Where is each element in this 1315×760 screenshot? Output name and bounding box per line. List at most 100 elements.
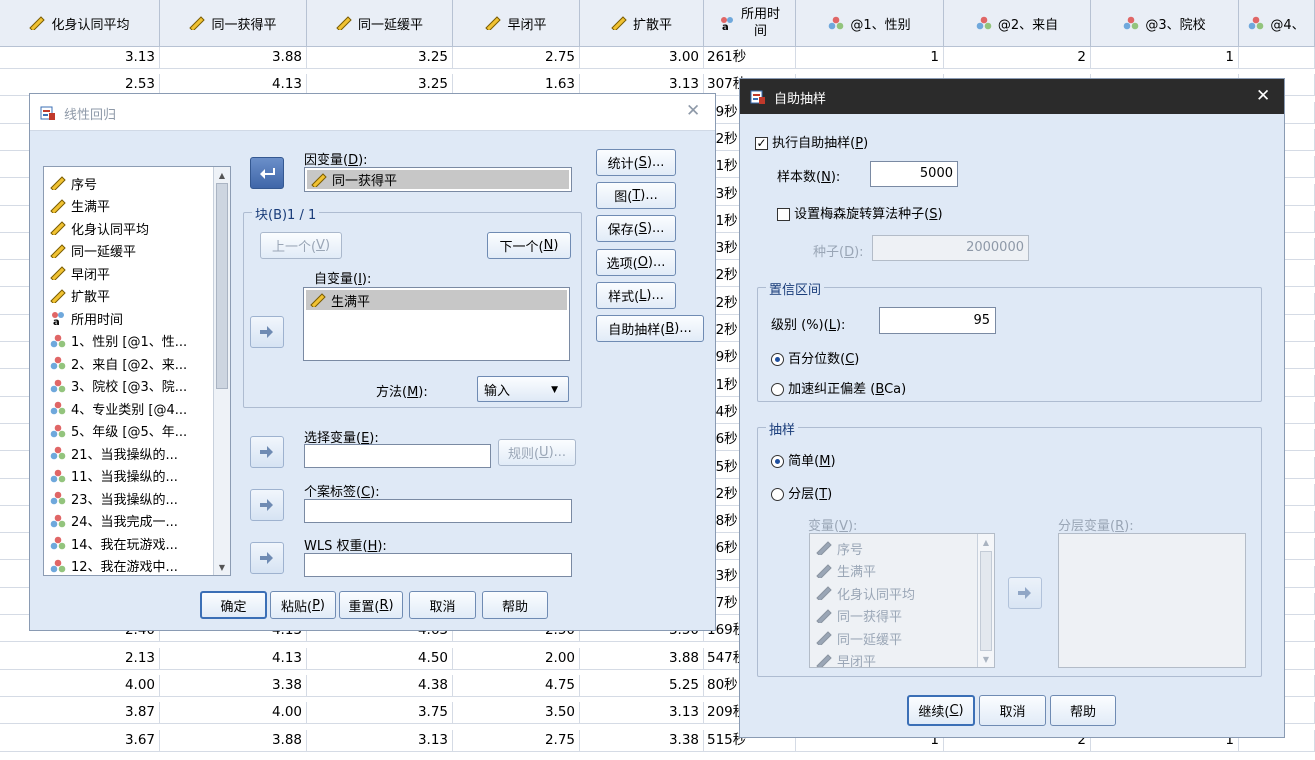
variable-list-item[interactable]: 化身认同平均 xyxy=(44,217,212,240)
move-selection-button[interactable] xyxy=(250,436,284,468)
table-cell[interactable]: 3.13 xyxy=(0,47,160,69)
variable-list-item[interactable]: 早闭平 xyxy=(44,262,212,285)
table-cell[interactable]: 3.38 xyxy=(160,674,307,697)
bootstrap-variable-item[interactable]: 化身认同平均 xyxy=(810,582,975,605)
statistics-button[interactable]: 统计(S)... xyxy=(596,149,676,176)
bootstrap-button[interactable]: 自助抽样(B)... xyxy=(596,315,704,342)
table-cell[interactable]: 2 xyxy=(944,47,1091,69)
move-strata-button[interactable] xyxy=(1008,577,1042,609)
independent-list[interactable]: 生满平 xyxy=(303,287,570,361)
variable-list-item[interactable]: 5、年级 [@5、年... xyxy=(44,420,212,443)
table-cell[interactable]: 2.00 xyxy=(453,647,580,670)
table-cell[interactable]: 4.00 xyxy=(0,674,160,697)
move-dependent-button[interactable] xyxy=(250,157,284,189)
table-cell[interactable]: 3.88 xyxy=(160,729,307,752)
stratified-radio[interactable]: 分层(T) xyxy=(771,483,832,502)
help-button[interactable]: 帮助 xyxy=(482,591,548,619)
previous-block-button[interactable]: 上一个(V) xyxy=(260,232,342,259)
column-header[interactable]: a 所用时间 xyxy=(704,0,796,46)
method-select[interactable]: 输入 ▼ xyxy=(477,376,569,402)
regression-variable-list[interactable]: 序号 生满平 化身认同平均 同一延缓平 早闭平 扩散平 a 所用时间 1、性别 [@1、性...… xyxy=(43,166,231,576)
continue-button[interactable]: 继续(C) xyxy=(907,695,975,726)
column-header[interactable]: 同一获得平 xyxy=(160,0,307,46)
column-header[interactable]: 早闭平 xyxy=(453,0,580,46)
save-button[interactable]: 保存(S)... xyxy=(596,215,676,243)
table-cell[interactable]: 4.38 xyxy=(307,674,453,697)
column-header[interactable]: @2、来自 xyxy=(944,0,1091,46)
table-cell[interactable]: 3.13 xyxy=(307,729,453,752)
column-header[interactable]: 同一延缓平 xyxy=(307,0,453,46)
options-button[interactable]: 选项(O)... xyxy=(596,248,676,276)
bootstrap-close-icon[interactable]: ✕ xyxy=(1256,86,1270,106)
bootstrap-variable-item[interactable]: 序号 xyxy=(810,537,975,560)
plots-button[interactable]: 图(T)... xyxy=(596,182,676,210)
table-cell[interactable]: 3.87 xyxy=(0,702,160,725)
regression-titlebar[interactable]: 线性回归 ✕ xyxy=(30,94,715,131)
mersenne-seed-checkbox[interactable]: 设置梅森旋转算法种子(S) xyxy=(777,203,943,222)
variable-list-item[interactable]: 3、院校 [@3、院... xyxy=(44,375,212,398)
variable-list-item[interactable]: 1、性别 [@1、性... xyxy=(44,330,212,353)
table-cell[interactable]: 4.75 xyxy=(453,674,580,697)
variable-list-item[interactable]: 同一延缓平 xyxy=(44,240,212,263)
simple-radio[interactable]: 简单(M) xyxy=(771,450,836,469)
bootstrap-titlebar[interactable]: 自助抽样 ✕ xyxy=(740,79,1284,114)
table-cell[interactable]: 1 xyxy=(1091,47,1239,69)
table-cell[interactable]: 3.13 xyxy=(580,702,704,725)
column-header[interactable]: 扩散平 xyxy=(580,0,704,46)
variable-list-item[interactable]: 4、专业类别 [@4... xyxy=(44,397,212,420)
percentile-radio[interactable]: 百分位数(C) xyxy=(771,348,859,367)
table-cell[interactable]: 3.88 xyxy=(160,47,307,69)
level-input[interactable]: 95 xyxy=(879,307,996,334)
column-header[interactable]: 化身认同平均 xyxy=(0,0,160,46)
seed-input[interactable]: 2000000 xyxy=(872,235,1029,261)
dependent-selected-item[interactable]: 同一获得平 xyxy=(307,170,569,189)
table-cell[interactable]: 3.00 xyxy=(580,47,704,69)
samples-input[interactable]: 5000 xyxy=(870,161,958,187)
paste-button[interactable]: 粘贴(P) xyxy=(270,591,336,619)
rule-button[interactable]: 规则(U)... xyxy=(498,439,576,466)
regression-close-icon[interactable]: ✕ xyxy=(686,101,700,121)
variable-list-item[interactable]: 11、当我操纵的... xyxy=(44,465,212,488)
table-cell[interactable]: 3.38 xyxy=(580,729,704,752)
table-cell[interactable]: 5.25 xyxy=(580,674,704,697)
ok-button[interactable]: 确定 xyxy=(200,591,267,619)
table-cell[interactable]: 4.13 xyxy=(160,647,307,670)
table-cell[interactable]: 3.50 xyxy=(453,702,580,725)
strata-variable-list[interactable] xyxy=(1058,533,1246,668)
move-case-label-button[interactable] xyxy=(250,489,284,521)
bootstrap-variable-item[interactable]: 同一获得平 xyxy=(810,605,975,628)
dependent-field[interactable]: 同一获得平 xyxy=(304,167,572,192)
table-cell[interactable]: 3.75 xyxy=(307,702,453,725)
variable-list-item[interactable]: 生满平 xyxy=(44,195,212,218)
perform-bootstrap-checkbox[interactable]: ✓ 执行自助抽样(P) xyxy=(755,132,868,151)
table-cell[interactable]: 3.67 xyxy=(0,729,160,752)
table-cell[interactable]: 4.50 xyxy=(307,647,453,670)
table-cell[interactable]: 2.75 xyxy=(453,47,580,69)
style-button[interactable]: 样式(L)... xyxy=(596,281,676,309)
bootstrap-variable-list[interactable]: 序号 生满平 化身认同平均 同一获得平 同一延缓平 早闭平 ▲ ▼ xyxy=(809,533,995,668)
variable-list-item[interactable]: 序号 xyxy=(44,172,212,195)
next-block-button[interactable]: 下一个(N) xyxy=(487,232,571,259)
table-row[interactable]: 3.13 3.88 3.25 2.75 3.00 261秒 1 2 1 xyxy=(0,47,1315,69)
column-header[interactable]: @3、院校 xyxy=(1091,0,1239,46)
table-cell[interactable]: 4.00 xyxy=(160,702,307,725)
table-cell[interactable]: 3.25 xyxy=(307,47,453,69)
table-cell[interactable]: 2.13 xyxy=(0,647,160,670)
variable-list-item[interactable]: 24、当我完成一... xyxy=(44,510,212,533)
bca-radio[interactable]: 加速纠正偏差 (BCa) xyxy=(771,378,906,397)
bootstrap-variable-scrollbar[interactable]: ▲ ▼ xyxy=(977,534,994,667)
case-label-field[interactable] xyxy=(304,499,572,523)
variable-list-item[interactable]: 21、当我操纵的... xyxy=(44,442,212,465)
bootstrap-variable-item[interactable]: 早闭平 xyxy=(810,650,975,667)
table-cell[interactable] xyxy=(1239,47,1315,69)
bootstrap-cancel-button[interactable]: 取消 xyxy=(979,695,1046,726)
move-independent-button[interactable] xyxy=(250,316,284,348)
move-wls-button[interactable] xyxy=(250,542,284,574)
table-cell[interactable]: 2.75 xyxy=(453,729,580,752)
bootstrap-variable-item[interactable]: 同一延缓平 xyxy=(810,627,975,650)
cancel-button[interactable]: 取消 xyxy=(409,591,476,619)
variable-list-item[interactable]: a 所用时间 xyxy=(44,307,212,330)
column-header[interactable]: @1、性别 xyxy=(796,0,944,46)
selection-variable-field[interactable] xyxy=(304,444,491,468)
independent-selected-item[interactable]: 生满平 xyxy=(306,290,567,310)
